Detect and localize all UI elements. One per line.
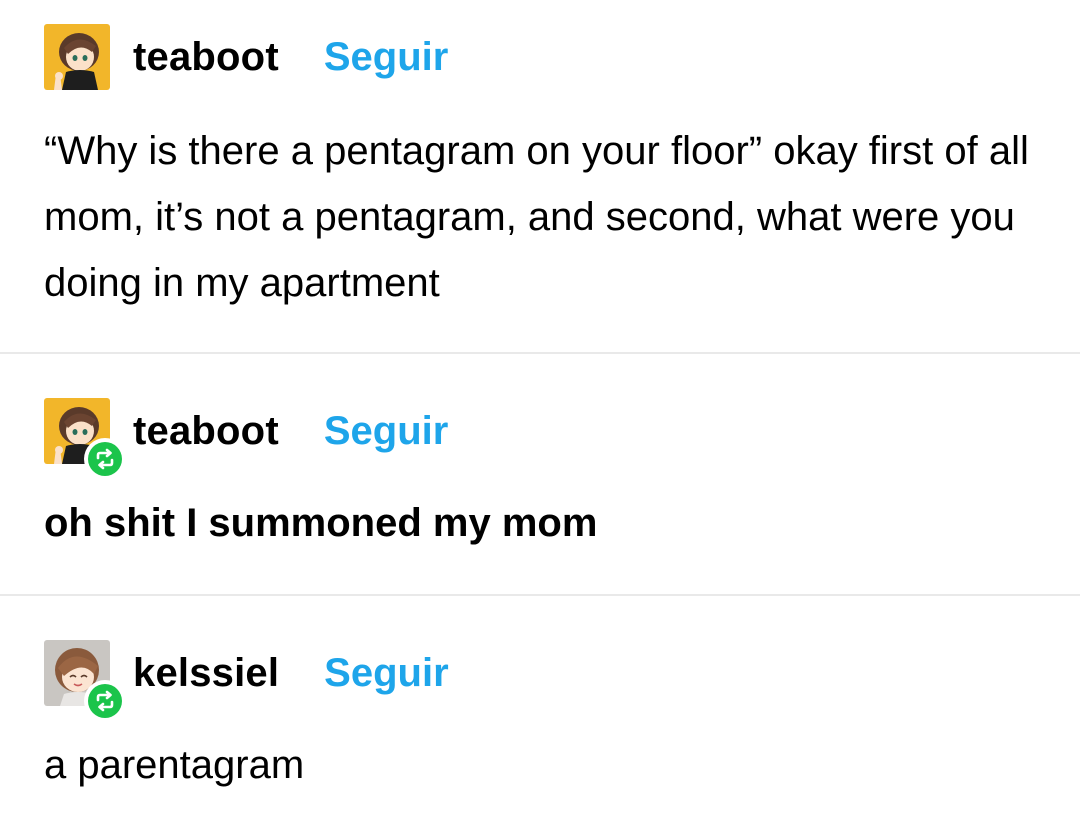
username[interactable]: teaboot [133, 35, 279, 80]
post: kelssiel Seguir a parentagram [0, 596, 1080, 830]
username[interactable]: teaboot [133, 409, 279, 454]
post-text: a parentagram [44, 743, 305, 787]
post: teaboot Seguir “Why is there a pentagram… [0, 0, 1080, 352]
follow-button[interactable]: Seguir [324, 35, 448, 80]
follow-button[interactable]: Seguir [324, 651, 448, 696]
reblog-badge [84, 438, 126, 480]
avatar-image [44, 24, 110, 90]
post-text: oh shit I summoned my mom [44, 501, 598, 545]
follow-button[interactable]: Seguir [324, 409, 448, 454]
avatar-teaboot-icon [44, 24, 110, 90]
avatar[interactable] [44, 640, 126, 722]
post-header: teaboot Seguir [44, 24, 1040, 90]
avatar[interactable] [44, 24, 110, 90]
reblog-badge [84, 680, 126, 722]
post-header: kelssiel Seguir [44, 640, 1040, 722]
reblog-icon [96, 690, 114, 712]
username[interactable]: kelssiel [133, 651, 279, 696]
avatar[interactable] [44, 398, 126, 480]
post-header: teaboot Seguir [44, 398, 1040, 480]
post-text: “Why is there a pentagram on your floor”… [44, 129, 1029, 305]
reblog-icon [96, 448, 114, 470]
post: teaboot Seguir oh shit I summoned my mom [0, 354, 1080, 594]
